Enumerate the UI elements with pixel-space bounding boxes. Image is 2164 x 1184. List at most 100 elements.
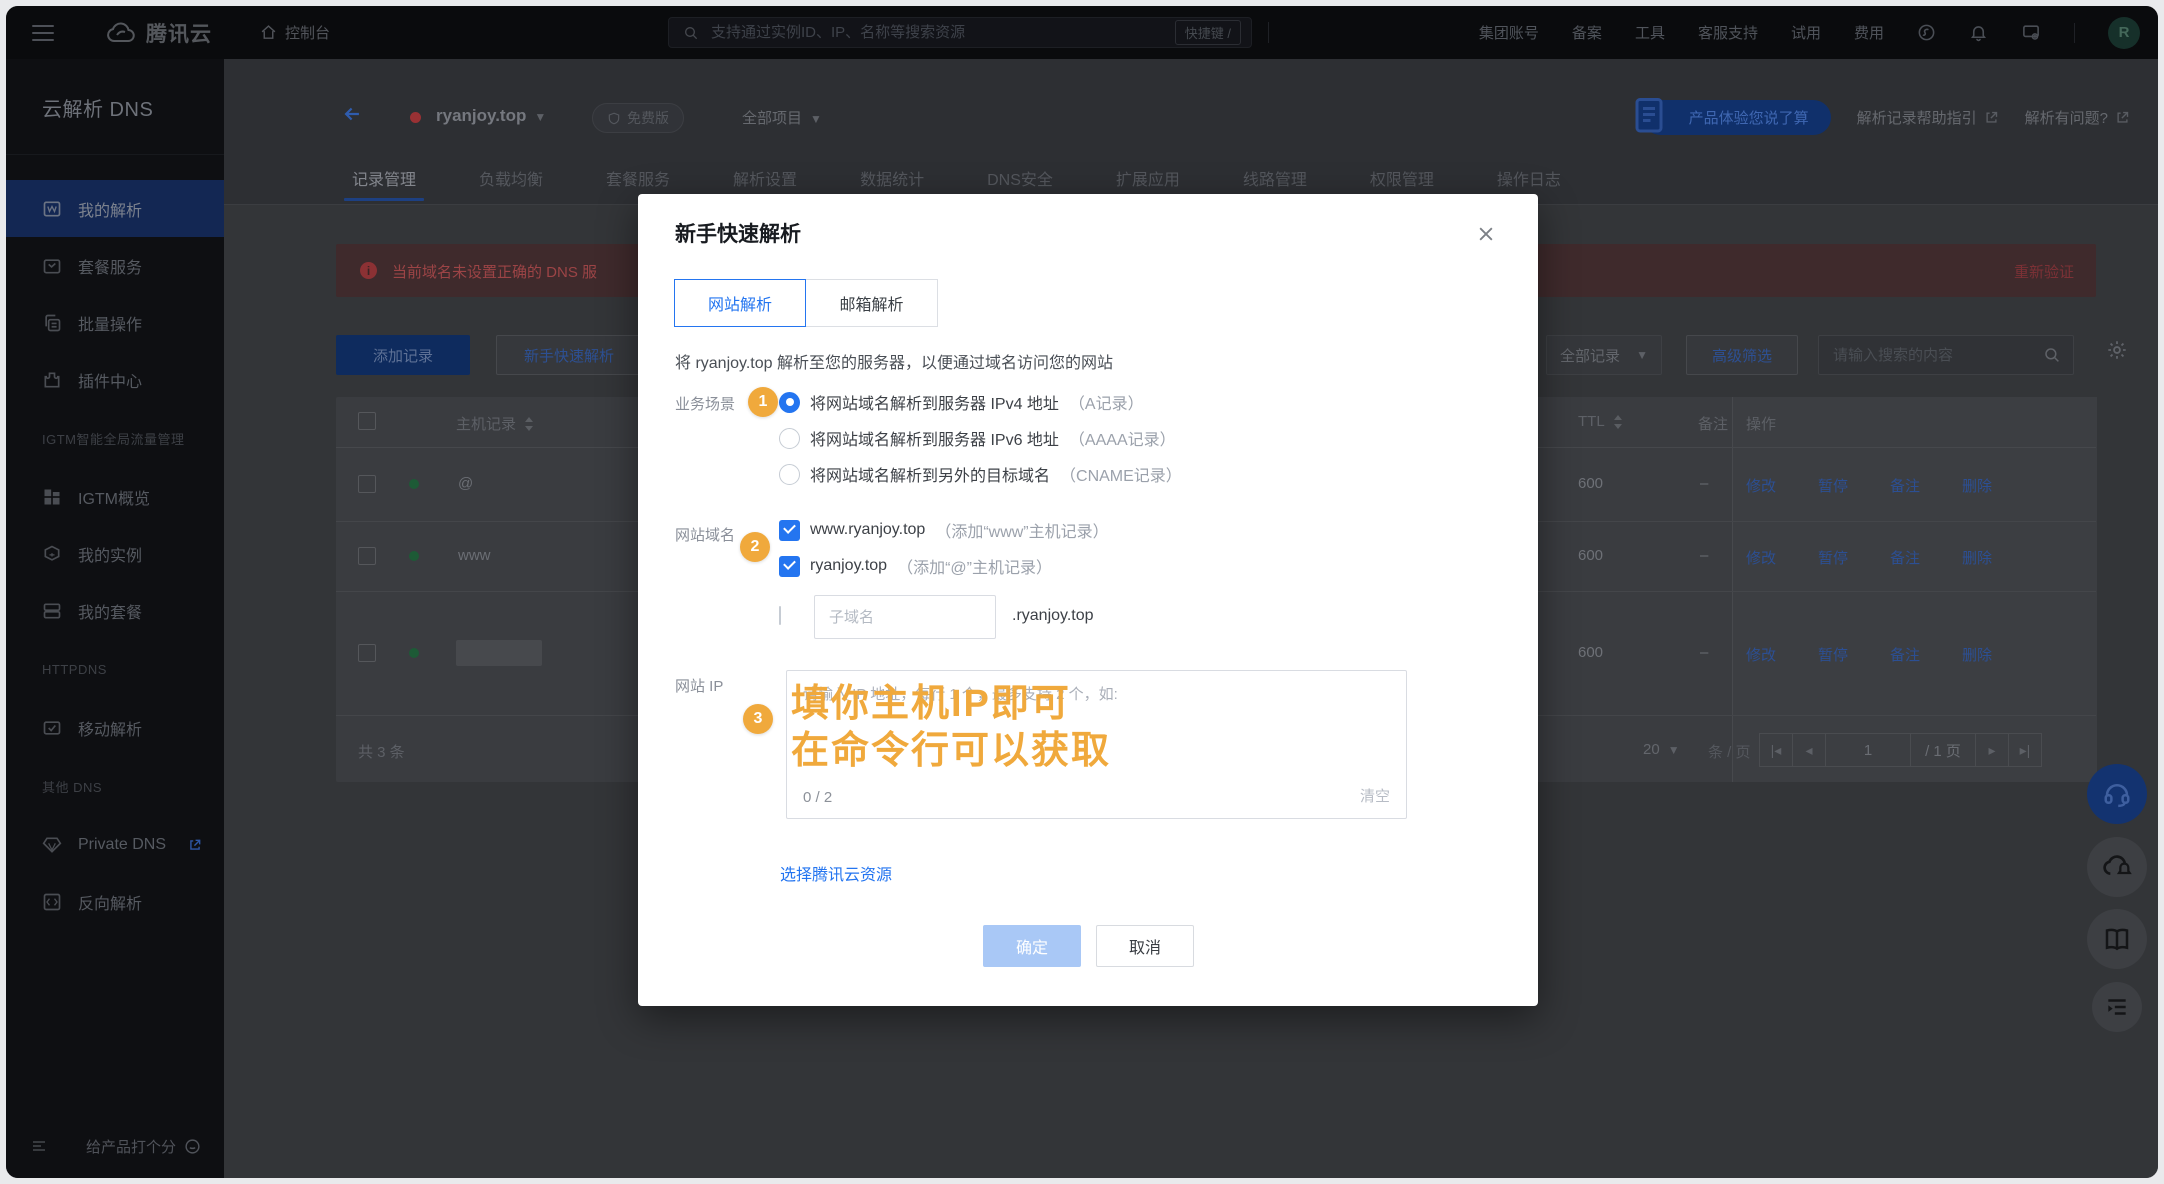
add-record-button[interactable]: 添加记录	[336, 335, 470, 375]
record-type-filter[interactable]: 全部记录▼	[1546, 335, 1662, 375]
next-page-button[interactable]: ▸	[1975, 733, 2009, 767]
task-list-button[interactable]	[2092, 982, 2142, 1032]
sidebar-item-plugin-center[interactable]: 插件中心	[6, 351, 224, 408]
select-tencent-resource-link[interactable]: 选择腾讯云资源	[780, 861, 892, 885]
menu-billing[interactable]: 费用	[1854, 22, 1884, 43]
external-link-icon	[2115, 110, 2130, 125]
menu-support[interactable]: 客服支持	[1698, 22, 1758, 43]
checkbox-subdomain[interactable]	[779, 606, 781, 625]
topbar: 腾讯云 控制台 快捷键 / 集团账号 备案 工具 客服支持 试用 费用	[6, 6, 2158, 60]
docs-button[interactable]	[2087, 909, 2147, 969]
page-size-select[interactable]: 20▼	[1643, 741, 1680, 758]
subdomain-input[interactable]	[814, 595, 996, 639]
sidebar-item-igtm-overview[interactable]: IGTM概览	[6, 468, 224, 525]
book-icon	[2101, 924, 2133, 954]
service-icon[interactable]	[1917, 23, 1936, 42]
ip-textarea[interactable]	[787, 671, 1406, 818]
sidebar-item-reverse-resolution[interactable]: 反向解析	[6, 873, 224, 930]
sidebar-item-plan-service[interactable]: 套餐服务	[6, 237, 224, 294]
last-page-button[interactable]: ▸|	[2008, 733, 2042, 767]
menu-group-account[interactable]: 集团账号	[1479, 22, 1539, 43]
row-checkbox[interactable]	[358, 644, 376, 662]
radio-ipv6[interactable]: 将网站域名解析到服务器 IPv6 地址 （AAAA记录）	[779, 420, 1182, 456]
op-pause[interactable]: 暂停	[1818, 475, 1848, 496]
console-settings-icon[interactable]	[2021, 23, 2041, 42]
table-search-input[interactable]	[1831, 346, 2043, 365]
avatar[interactable]: R	[2108, 17, 2140, 49]
menu-trial[interactable]: 试用	[1791, 22, 1821, 43]
op-pause[interactable]: 暂停	[1818, 644, 1848, 665]
cloud-alert-button[interactable]	[2087, 837, 2147, 897]
table-search	[1818, 335, 2074, 375]
sidebar-item-my-resolution[interactable]: 我的解析	[6, 180, 224, 237]
op-remark[interactable]: 备注	[1890, 644, 1920, 665]
menu-icp[interactable]: 备案	[1572, 22, 1602, 43]
checkbox-root-domain[interactable]: ryanjoy.top （添加“@”主机记录）	[779, 548, 1109, 584]
cancel-button[interactable]: 取消	[1096, 925, 1194, 967]
sidebar-item-my-plans[interactable]: 我的套餐	[6, 582, 224, 639]
op-remark[interactable]: 备注	[1890, 475, 1920, 496]
clear-button[interactable]: 清空	[1360, 785, 1390, 806]
checkbox-www-domain[interactable]: www.ryanjoy.top （添加“www”主机记录）	[779, 512, 1109, 548]
op-delete[interactable]: 删除	[1962, 547, 1992, 568]
tab-load-balancing[interactable]: 负载均衡	[479, 158, 543, 204]
tab-record-management[interactable]: 记录管理	[352, 158, 416, 204]
tencent-cloud-logo[interactable]: 腾讯云	[106, 6, 212, 59]
current-page[interactable]: 1	[1825, 733, 1911, 767]
sidebar-section-igtm: IGTM智能全局流量管理	[6, 408, 224, 468]
list-icon	[2104, 994, 2130, 1020]
problem-link[interactable]: 解析有问题?	[2025, 107, 2130, 128]
quick-wizard-button[interactable]: 新手快速解析	[496, 335, 642, 375]
hamburger-menu-icon[interactable]	[32, 25, 54, 46]
topbar-right-menu: 集团账号 备案 工具 客服支持 试用 费用 R	[1479, 6, 2140, 59]
host-value: @	[458, 475, 473, 492]
search-icon	[683, 25, 699, 41]
op-remark[interactable]: 备注	[1890, 547, 1920, 568]
op-modify[interactable]: 修改	[1746, 547, 1776, 568]
dialog-title: 新手快速解析	[675, 218, 801, 248]
pagination: |◂ ◂ 1 / 1 页 ▸ ▸|	[1760, 733, 2042, 767]
col-ttl[interactable]: TTL	[1578, 413, 1623, 430]
sidebar-item-private-dns[interactable]: Private DNS	[6, 816, 224, 873]
op-pause[interactable]: 暂停	[1818, 547, 1848, 568]
radio-cname[interactable]: 将网站域名解析到另外的目标域名 （CNAME记录）	[779, 456, 1182, 492]
rate-product-link[interactable]: 给产品打个分	[86, 1136, 201, 1157]
experience-feedback-button[interactable]: 产品体验您说了算	[1643, 100, 1831, 135]
tab-website-resolution[interactable]: 网站解析	[674, 279, 806, 327]
domain-selector[interactable]: ryanjoy.top▼	[436, 106, 546, 126]
global-search-input[interactable]	[709, 23, 1175, 42]
back-button[interactable]	[340, 103, 365, 125]
page-header: ryanjoy.top▼ 免费版 全部项目▼ 产品体验您说了算 解析记录帮助指引	[224, 59, 2158, 205]
sidebar-title: 云解析 DNS	[6, 59, 224, 122]
gear-icon[interactable]	[2106, 339, 2128, 361]
row-checkbox[interactable]	[358, 475, 376, 493]
search-icon[interactable]	[2043, 346, 2061, 364]
select-all-checkbox[interactable]	[358, 412, 376, 430]
tab-mail-resolution[interactable]: 邮箱解析	[805, 279, 938, 327]
project-filter[interactable]: 全部项目▼	[742, 107, 822, 128]
sidebar-item-mobile-resolution[interactable]: 移动解析	[6, 699, 224, 756]
shortcut-badge: 快捷键 /	[1175, 20, 1241, 45]
advanced-filter-button[interactable]: 高级筛选	[1686, 335, 1798, 375]
reverify-link[interactable]: 重新验证	[2014, 261, 2074, 282]
menu-tools[interactable]: 工具	[1635, 22, 1665, 43]
op-modify[interactable]: 修改	[1746, 475, 1776, 496]
close-icon[interactable]	[1476, 224, 1496, 244]
first-page-button[interactable]: |◂	[1759, 733, 1793, 767]
op-delete[interactable]: 删除	[1962, 475, 1992, 496]
customer-service-button[interactable]	[2087, 764, 2147, 824]
sidebar-item-batch-ops[interactable]: 批量操作	[6, 294, 224, 351]
op-modify[interactable]: 修改	[1746, 644, 1776, 665]
prev-page-button[interactable]: ◂	[1792, 733, 1826, 767]
radio-ipv4[interactable]: 将网站域名解析到服务器 IPv4 地址 （A记录）	[779, 384, 1182, 420]
confirm-button[interactable]: 确定	[983, 925, 1081, 967]
sidebar-item-my-instances[interactable]: 我的实例	[6, 525, 224, 582]
col-host[interactable]: 主机记录	[456, 413, 534, 434]
collapse-icon[interactable]	[30, 1138, 48, 1154]
row-checkbox[interactable]	[358, 547, 376, 565]
console-link[interactable]: 控制台	[260, 6, 330, 59]
bell-icon[interactable]	[1969, 23, 1988, 42]
radio-selected-icon	[779, 392, 800, 413]
op-delete[interactable]: 删除	[1962, 644, 1992, 665]
help-guide-link[interactable]: 解析记录帮助指引	[1857, 107, 1999, 128]
